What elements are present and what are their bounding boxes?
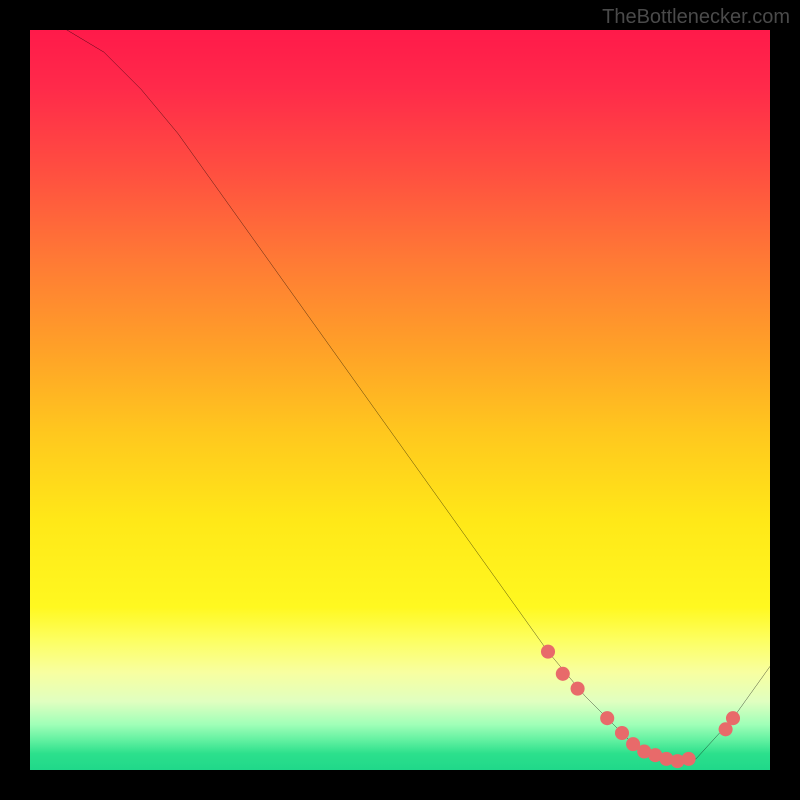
watermark-text: TheBottlenecker.com <box>602 6 790 29</box>
plot-area <box>30 30 770 770</box>
chart-container: TheBottlenecker.com <box>0 0 800 800</box>
data-marker <box>571 682 585 696</box>
marker-layer <box>30 30 770 770</box>
data-marker <box>726 711 740 725</box>
data-marker <box>556 667 570 681</box>
data-marker <box>682 752 696 766</box>
data-marker <box>600 711 614 725</box>
data-marker <box>541 645 555 659</box>
data-marker <box>615 726 629 740</box>
